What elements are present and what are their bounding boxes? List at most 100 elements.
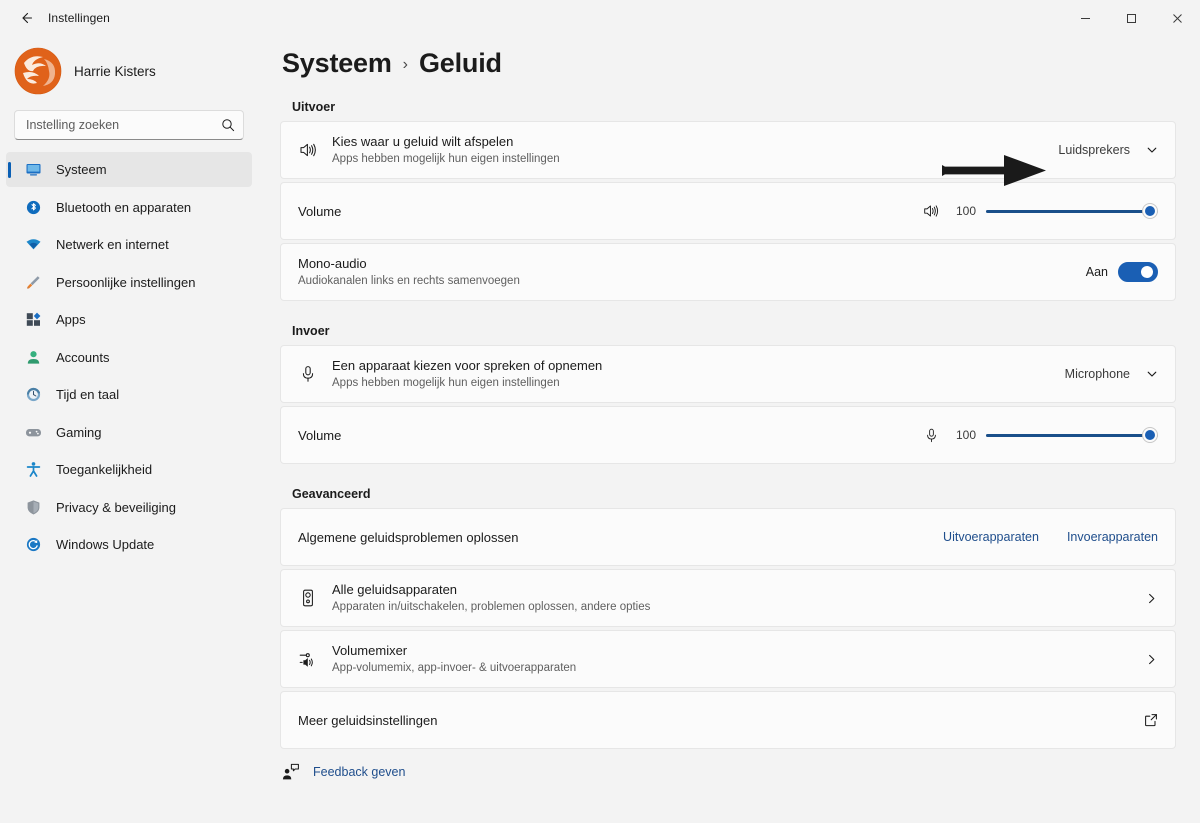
all-devices-subtitle: Apparaten in/uitschakelen, problemen opl… <box>332 601 651 613</box>
monitor-icon <box>24 161 42 179</box>
breadcrumb-separator: › <box>402 56 408 73</box>
mono-audio-toggle[interactable] <box>1118 262 1158 282</box>
sidebar-item-tijd-en-taal[interactable]: Tijd en taal <box>6 377 252 412</box>
clock-globe-icon <box>24 386 42 404</box>
troubleshoot-links: Uitvoerapparaten Invoerapparaten <box>943 530 1158 544</box>
account-name: Harrie Kisters <box>74 63 156 79</box>
slider-thumb[interactable] <box>1142 203 1158 219</box>
sidebar-item-label: Windows Update <box>56 537 155 552</box>
open-external-icon <box>1144 713 1158 727</box>
accessibility-icon <box>24 461 42 479</box>
apps-icon <box>24 311 42 329</box>
back-button[interactable] <box>8 3 44 33</box>
section-heading-input: Invoer <box>292 324 330 338</box>
feedback-icon <box>282 763 300 781</box>
sidebar-item-label: Apps <box>56 312 86 327</box>
input-device-text: Een apparaat kiezen voor spreken of opne… <box>332 357 1065 391</box>
window-body: Harrie Kisters Instelling zoeken Systeem… <box>0 36 1200 823</box>
search-box[interactable] <box>14 110 244 140</box>
output-volume-control[interactable]: 100 <box>922 200 1158 222</box>
feedback-label: Feedback geven <box>313 765 406 779</box>
breadcrumb-root[interactable]: Systeem <box>282 48 392 79</box>
sidebar-item-accounts[interactable]: Accounts <box>6 340 252 375</box>
bluetooth-icon <box>24 198 42 216</box>
output-device-text: Kies waar u geluid wilt afspelen Apps he… <box>332 133 1058 167</box>
mono-audio-card[interactable]: Mono-audio Audiokanalen links en rechts … <box>280 243 1176 301</box>
sidebar-item-systeem[interactable]: Systeem <box>6 152 252 187</box>
input-device-card[interactable]: Een apparaat kiezen voor spreken of opne… <box>280 345 1176 403</box>
input-volume-card[interactable]: Volume 100 <box>280 406 1176 464</box>
mono-audio-title: Mono-audio <box>298 256 367 271</box>
sidebar-item-privacy-beveiliging[interactable]: Privacy & beveiliging <box>6 490 252 525</box>
speaker-icon <box>922 202 940 220</box>
output-device-value: Luidsprekers <box>1058 143 1130 157</box>
paintbrush-icon <box>24 273 42 291</box>
feedback-link[interactable]: Feedback geven <box>280 763 1176 781</box>
person-icon <box>24 348 42 366</box>
sidebar-item-toegankelijkheid[interactable]: Toegankelijkheid <box>6 452 252 487</box>
input-volume-slider[interactable] <box>986 424 1158 446</box>
output-volume-value: 100 <box>955 204 976 218</box>
avatar <box>14 47 62 95</box>
sidebar-item-label: Tijd en taal <box>56 387 120 402</box>
sidebar-item-label: Netwerk en internet <box>56 237 169 252</box>
sidebar-item-gaming[interactable]: Gaming <box>6 415 252 450</box>
mono-audio-control[interactable]: Aan <box>1086 262 1158 282</box>
mono-audio-text: Mono-audio Audiokanalen links en rechts … <box>298 255 1086 289</box>
all-devices-action[interactable] <box>1145 592 1158 605</box>
slider-thumb[interactable] <box>1142 427 1158 443</box>
close-button[interactable] <box>1154 0 1200 36</box>
output-volume-slider[interactable] <box>986 200 1158 222</box>
link-output-devices[interactable]: Uitvoerapparaten <box>943 530 1039 544</box>
sidebar-item-label: Bluetooth en apparaten <box>56 199 192 215</box>
sidebar-item-windows-update[interactable]: Windows Update <box>6 527 252 562</box>
microphone-icon <box>923 427 940 444</box>
input-device-dropdown[interactable]: Microphone <box>1065 367 1158 381</box>
all-devices-card[interactable]: Alle geluidsapparaten Apparaten in/uitsc… <box>280 569 1176 627</box>
volume-mixer-subtitle: App-volumemix, app-invoer- & uitvoerappa… <box>332 662 577 674</box>
output-device-card[interactable]: Kies waar u geluid wilt afspelen Apps he… <box>280 121 1176 179</box>
input-device-subtitle: Apps hebben mogelijk hun eigen instellin… <box>332 377 560 389</box>
update-icon <box>24 536 42 554</box>
minimize-button[interactable] <box>1062 0 1108 36</box>
chevron-down-icon <box>1146 144 1158 156</box>
search-icon <box>221 118 235 132</box>
microphone-icon <box>298 364 332 384</box>
output-device-title: Kies waar u geluid wilt afspelen <box>332 134 514 149</box>
more-sound-settings-card[interactable]: Meer geluidsinstellingen <box>280 691 1176 749</box>
settings-window: Instellingen Harrie Kisters Instelling z… <box>0 0 1200 823</box>
shield-icon <box>24 498 42 516</box>
sidebar-item-persoonlijke-instellingen[interactable]: Persoonlijke instellingen <box>6 265 252 300</box>
input-device-title: Een apparaat kiezen voor spreken of opne… <box>332 358 603 373</box>
chevron-down-icon <box>1146 368 1158 380</box>
account-block[interactable]: Harrie Kisters <box>0 36 258 98</box>
sidebar-item-label: Persoonlijke instellingen <box>56 274 196 290</box>
sidebar-nav: Systeem Bluetooth en apparaten Netwerk e… <box>0 150 258 562</box>
sidebar-item-netwerk[interactable]: Netwerk en internet <box>6 227 252 262</box>
search-input[interactable] <box>26 118 221 132</box>
output-volume-text: Volume <box>298 203 922 220</box>
volume-mixer-title: Volumemixer <box>332 643 408 658</box>
troubleshoot-text: Algemene geluidsproblemen oplossen <box>298 529 943 546</box>
title-bar: Instellingen <box>0 0 1200 36</box>
sidebar: Harrie Kisters Instelling zoeken Systeem… <box>0 36 258 823</box>
maximize-button[interactable] <box>1108 0 1154 36</box>
volume-mixer-card[interactable]: Volumemixer App-volumemix, app-invoer- &… <box>280 630 1176 688</box>
mono-audio-subtitle: Audiokanalen links en rechts samenvoegen <box>298 275 520 287</box>
input-volume-control[interactable]: 100 <box>923 424 1158 446</box>
link-input-devices[interactable]: Invoerapparaten <box>1067 530 1158 544</box>
gamepad-icon <box>24 423 42 441</box>
output-device-dropdown[interactable]: Luidsprekers <box>1058 143 1158 157</box>
mono-audio-state-label: Aan <box>1085 265 1108 279</box>
search-container <box>0 98 258 150</box>
more-sound-settings-action[interactable] <box>1144 713 1158 727</box>
sidebar-item-bluetooth[interactable]: Bluetooth en apparaten <box>6 190 252 225</box>
speaker-icon <box>298 140 332 160</box>
input-device-value: Microphone <box>1064 367 1130 381</box>
window-title: Instellingen <box>48 11 110 25</box>
volume-mixer-action[interactable] <box>1145 653 1158 666</box>
output-volume-card[interactable]: Volume 100 <box>280 182 1176 240</box>
chevron-right-icon <box>1145 653 1158 666</box>
sidebar-item-apps[interactable]: Apps <box>6 302 252 337</box>
main-content: Systeem › Geluid Uitvoer Kies waar u gel… <box>258 36 1200 823</box>
